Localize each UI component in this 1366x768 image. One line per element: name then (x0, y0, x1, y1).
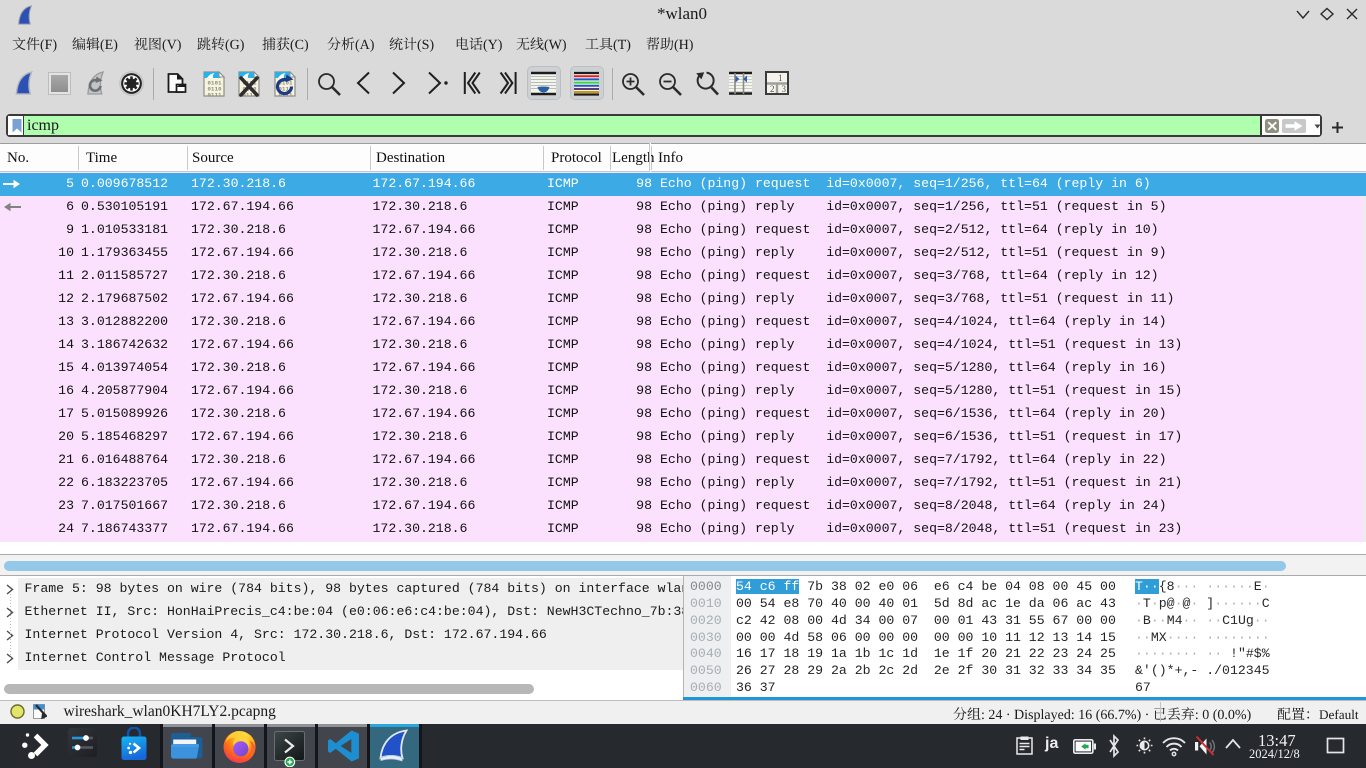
svg-text:3: 3 (782, 84, 787, 94)
svg-text:1: 1 (778, 73, 783, 83)
svg-text:0111: 0111 (207, 92, 222, 98)
svg-text:2: 2 (770, 84, 775, 94)
